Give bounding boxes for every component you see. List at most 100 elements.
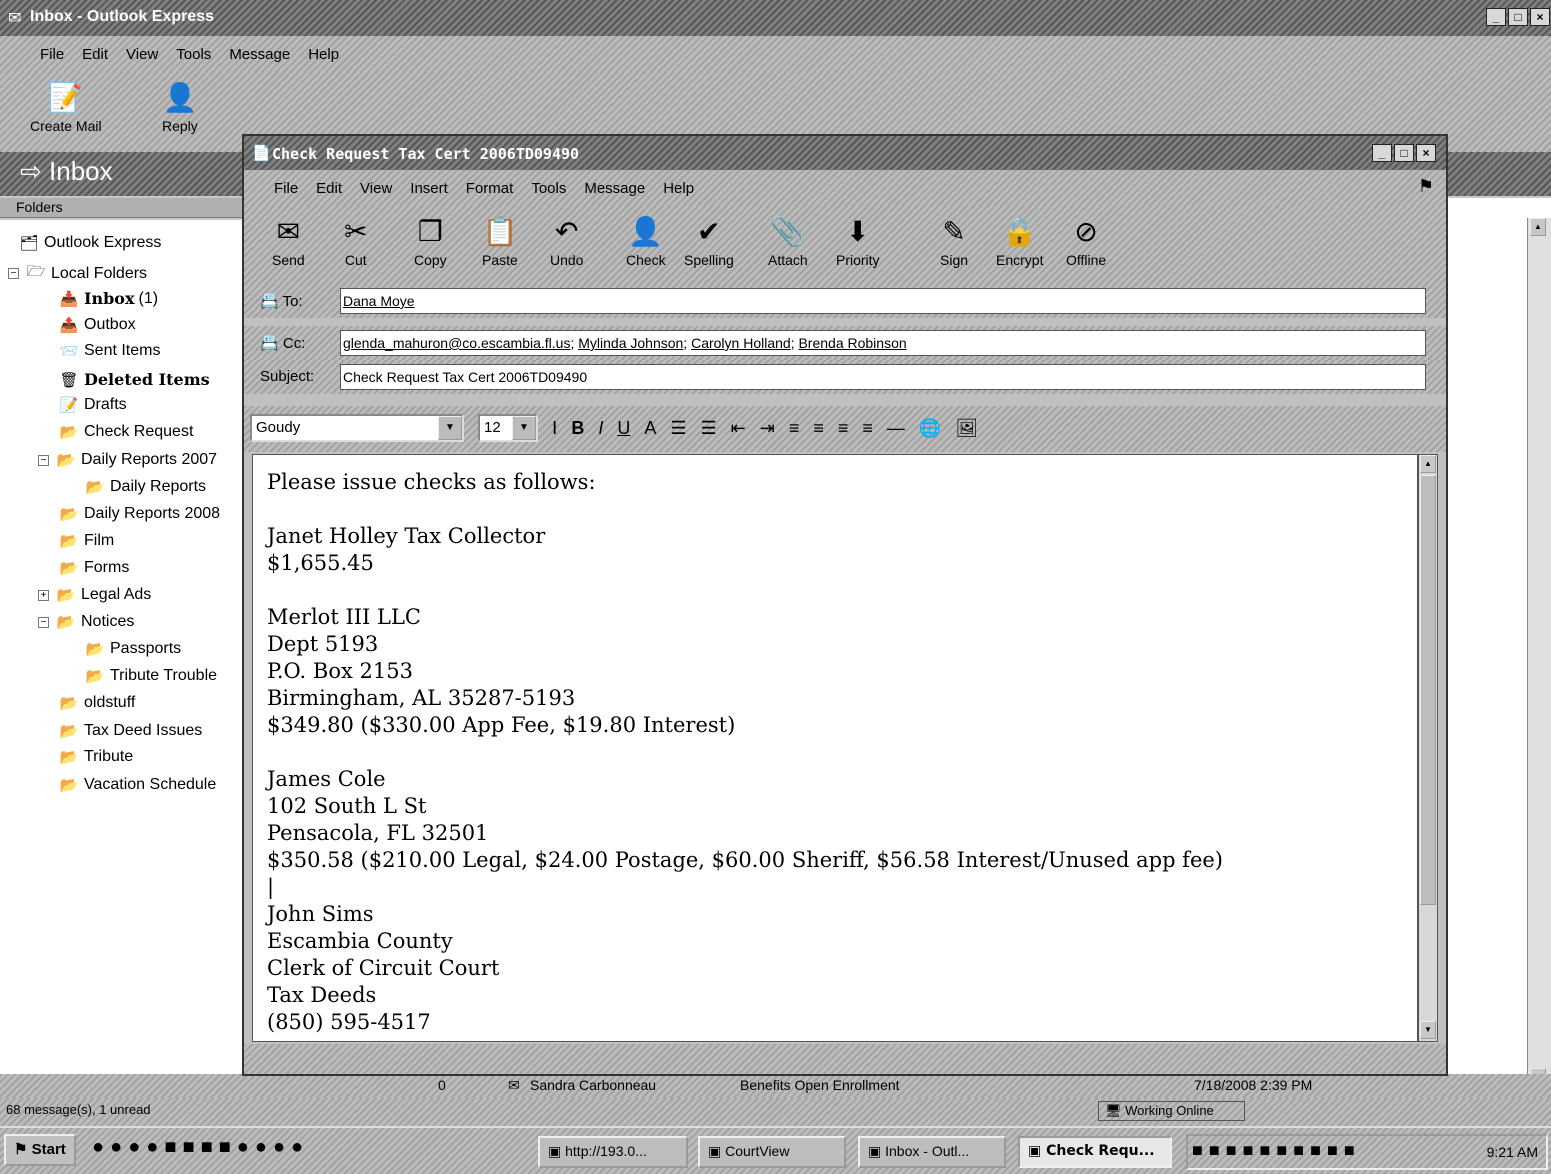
taskbar-button[interactable]: ▣ Check Requ... [1018,1136,1172,1168]
folder-daily-reports-2008[interactable]: 📂 Daily Reports 2008 [58,505,220,523]
folder-deleted-items[interactable]: 🗑 Deleted Items [58,370,209,389]
folder-passports[interactable]: 📂 Passports [84,640,181,658]
folder-local-folders[interactable]: − 🗁 Local Folders [8,261,147,286]
quick-launch-icon[interactable]: ● [291,1136,303,1159]
tray-icon[interactable]: ■ [1260,1140,1271,1161]
offline-button[interactable]: ⊘ Offline [1066,212,1106,268]
folder-forms[interactable]: 📂 Forms [58,559,130,577]
taskbar-button[interactable]: ▣ http://193.0... [538,1136,688,1168]
align-right-icon[interactable]: ≡ [838,418,849,439]
collapse-toggle-icon[interactable]: − [38,454,49,466]
font-size-select[interactable]: 12 ▼ [478,414,538,442]
to-field[interactable]: Dana Moye [340,288,1426,314]
minimize-button[interactable]: _ [1486,8,1506,26]
body-scroll-up-arrow[interactable]: ▲ [1420,455,1436,473]
cc-recipient[interactable]: Carolyn Holland [691,335,791,351]
cc-recipient[interactable]: glenda_mahuron@co.escambia.fl.us [343,335,570,351]
quick-launch-icon[interactable]: ● [128,1136,140,1159]
taskbar-button[interactable]: ▣ CourtView [698,1136,846,1168]
folder-tribute[interactable]: 📂 Tribute [58,748,134,766]
quick-launch-icon[interactable]: ● [237,1136,249,1159]
send-button[interactable]: ✉ Send [272,212,305,268]
folder-check-request[interactable]: 📂 Check Request [58,423,194,441]
quick-launch-icon[interactable]: ● [255,1136,267,1159]
compose-maximize-button[interactable]: □ [1394,144,1414,162]
close-button[interactable]: × [1530,8,1550,26]
folder-film[interactable]: 📂 Film [58,532,115,550]
message-list-row[interactable]: 0 ✉ Sandra Carbonneau Benefits Open Enro… [0,1074,1551,1098]
numbered-list-icon[interactable]: ☰ [670,418,686,439]
compose-menu-edit[interactable]: Edit [316,180,342,197]
tray-icon[interactable]: ■ [1327,1140,1338,1161]
paste-button[interactable]: 📋 Paste [482,212,518,268]
quick-launch-icon[interactable]: ● [273,1136,285,1159]
tray-icon[interactable]: ■ [1192,1140,1203,1161]
font-color-icon[interactable]: A [644,418,656,439]
folder-notices[interactable]: − 📂 Notices [38,613,134,631]
quick-launch-icon[interactable]: ■ [201,1136,213,1159]
tray-icon[interactable]: ■ [1276,1140,1287,1161]
create-mail-button[interactable]: 📝 Create Mail [30,78,102,134]
expand-toggle-icon[interactable]: + [38,589,49,601]
maximize-button[interactable]: □ [1508,8,1528,26]
main-window-titlebar[interactable]: ✉ Inbox - Outlook Express _ □ × [0,0,1551,36]
collapse-toggle-icon[interactable]: − [38,616,49,628]
bullet-list-icon[interactable]: ☰ [700,418,716,439]
tray-icon[interactable]: ■ [1226,1140,1237,1161]
folder-drafts[interactable]: 📝 Drafts [58,396,127,414]
quick-launch-icon[interactable]: ■ [182,1136,194,1159]
compose-close-button[interactable]: × [1416,144,1436,162]
quick-launch-icon[interactable]: ■ [164,1136,176,1159]
cc-label[interactable]: 📇 Cc: [260,334,305,352]
start-button[interactable]: ⚑ Start [4,1134,76,1166]
underline-icon[interactable]: U [617,418,630,439]
subject-field[interactable]: Check Request Tax Cert 2006TD09490 [340,364,1426,390]
encrypt-button[interactable]: 🔒 Encrypt [996,212,1043,268]
compose-titlebar[interactable]: 📄 Check Request Tax Cert 2006TD09490 _ □… [244,136,1446,170]
to-label[interactable]: 📇 To: [260,292,303,310]
compose-menu-tools[interactable]: Tools [531,180,566,197]
folder-legal-ads[interactable]: + 📂 Legal Ads [38,586,151,604]
taskbar-button[interactable]: ▣ Inbox - Outl... [858,1136,1006,1168]
menu-edit[interactable]: Edit [82,46,108,63]
body-scrollbar[interactable]: ▲ ▼ [1418,454,1438,1042]
cc-recipient[interactable]: Brenda Robinson [798,335,906,351]
folder-oldstuff[interactable]: 📂 oldstuff [58,694,136,712]
undo-button[interactable]: ↶ Undo [550,212,583,268]
scroll-up-arrow[interactable]: ▲ [1530,218,1546,236]
horizontal-line-icon[interactable]: — [887,418,905,439]
check-button[interactable]: 👤 Check [626,212,666,268]
body-scroll-down-arrow[interactable]: ▼ [1420,1021,1436,1039]
menu-tools[interactable]: Tools [176,46,211,63]
justify-icon[interactable]: ≡ [862,418,873,439]
quick-launch-icon[interactable]: ● [110,1136,122,1159]
quick-launch-icon[interactable]: ● [146,1136,158,1159]
quick-launch-icon[interactable]: ● [92,1136,104,1159]
folder-tribute-trouble[interactable]: 📂 Tribute Trouble [84,667,217,685]
increase-indent-icon[interactable]: ⇥ [760,418,775,439]
compose-menu-view[interactable]: View [360,180,392,197]
quick-launch-icon[interactable]: ■ [219,1136,231,1159]
body-scroll-thumb[interactable] [1420,475,1436,905]
tray-icon[interactable]: ■ [1293,1140,1304,1161]
sign-button[interactable]: ✎ Sign [940,212,968,268]
italic-icon[interactable]: I [598,418,603,439]
folder-vacation-schedule[interactable]: 📂 Vacation Schedule [58,776,217,794]
compose-minimize-button[interactable]: _ [1372,144,1392,162]
compose-menu-format[interactable]: Format [466,180,514,197]
to-recipient[interactable]: Dana Moye [343,293,415,309]
attach-button[interactable]: 📎 Attach [768,212,808,268]
spelling-button[interactable]: ✔ Spelling [684,212,734,268]
reply-button[interactable]: 👤 Reply [162,78,198,134]
message-body-editor[interactable]: Please issue checks as follows: Janet Ho… [252,454,1418,1042]
folder-outbox[interactable]: 📤 Outbox [58,316,136,334]
cc-recipient[interactable]: Mylinda Johnson [578,335,683,351]
menu-message[interactable]: Message [229,46,290,63]
decrease-indent-icon[interactable]: ⇤ [731,418,746,439]
tray-icon[interactable]: ■ [1243,1140,1254,1161]
copy-button[interactable]: ❐ Copy [414,212,447,268]
menu-file[interactable]: File [40,46,64,63]
cc-field[interactable]: glenda_mahuron@co.escambia.fl.us; Mylind… [340,330,1426,356]
folder-outlook-express[interactable]: 🗂 Outlook Express [18,234,161,252]
folder-tax-deed-issues[interactable]: 📂 Tax Deed Issues [58,722,203,740]
